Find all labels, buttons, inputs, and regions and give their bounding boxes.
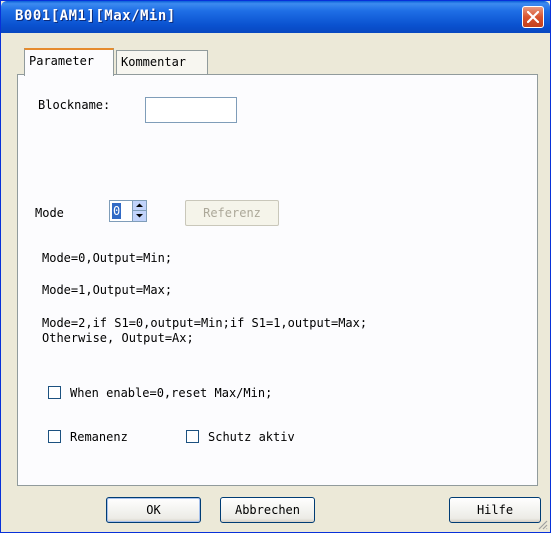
remanenz-checkbox[interactable] bbox=[48, 430, 61, 443]
dialog-body: Parameter Kommentar Blockname: Mode 0 Re… bbox=[9, 41, 543, 526]
parameter-panel: Blockname: Mode 0 Referenz Mode=0,Output… bbox=[17, 74, 538, 486]
schutz-checkbox[interactable] bbox=[186, 430, 199, 443]
desc-mode1: Mode=1,Output=Max; bbox=[42, 283, 173, 297]
tab-parameter[interactable]: Parameter bbox=[24, 48, 114, 76]
title-bar[interactable]: B001[AM1][Max/Min] bbox=[1, 1, 550, 33]
window-title: B001[AM1][Max/Min] bbox=[15, 8, 176, 24]
mode-spin-up[interactable] bbox=[132, 201, 146, 211]
close-icon bbox=[527, 11, 539, 23]
referenz-button[interactable]: Referenz bbox=[185, 200, 279, 226]
blockname-input[interactable] bbox=[145, 97, 237, 123]
close-button[interactable] bbox=[522, 6, 544, 28]
desc-otherwise: Otherwise, Output=Ax; bbox=[42, 331, 194, 345]
desc-mode0: Mode=0,Output=Min; bbox=[42, 251, 173, 265]
blockname-label: Blockname: bbox=[38, 98, 111, 112]
mode-value[interactable]: 0 bbox=[112, 203, 122, 219]
tab-kommentar-label: Kommentar bbox=[121, 55, 187, 69]
remanenz-checkbox-label[interactable]: Remanenz bbox=[70, 430, 128, 444]
schutz-checkbox-label[interactable]: Schutz aktiv bbox=[208, 430, 295, 444]
mode-stepper[interactable]: 0 bbox=[109, 200, 147, 222]
tab-parameter-label: Parameter bbox=[29, 54, 95, 68]
tab-kommentar[interactable]: Kommentar bbox=[116, 50, 208, 74]
cancel-button[interactable]: Abbrechen bbox=[220, 497, 315, 523]
chevron-up-icon bbox=[136, 203, 143, 207]
resize-grip-icon[interactable] bbox=[536, 518, 548, 530]
ok-button[interactable]: OK bbox=[106, 497, 201, 523]
reset-checkbox-label[interactable]: When enable=0,reset Max/Min; bbox=[70, 386, 272, 400]
desc-mode2: Mode=2,if S1=0,output=Min;if S1=1,output… bbox=[42, 316, 368, 330]
mode-label: Mode bbox=[35, 206, 64, 220]
chevron-down-icon bbox=[136, 214, 143, 218]
mode-spin-down[interactable] bbox=[132, 211, 146, 221]
reset-checkbox[interactable] bbox=[48, 386, 61, 399]
help-button[interactable]: Hilfe bbox=[449, 497, 541, 523]
dialog-window: B001[AM1][Max/Min] Parameter Kommentar B… bbox=[0, 0, 551, 533]
